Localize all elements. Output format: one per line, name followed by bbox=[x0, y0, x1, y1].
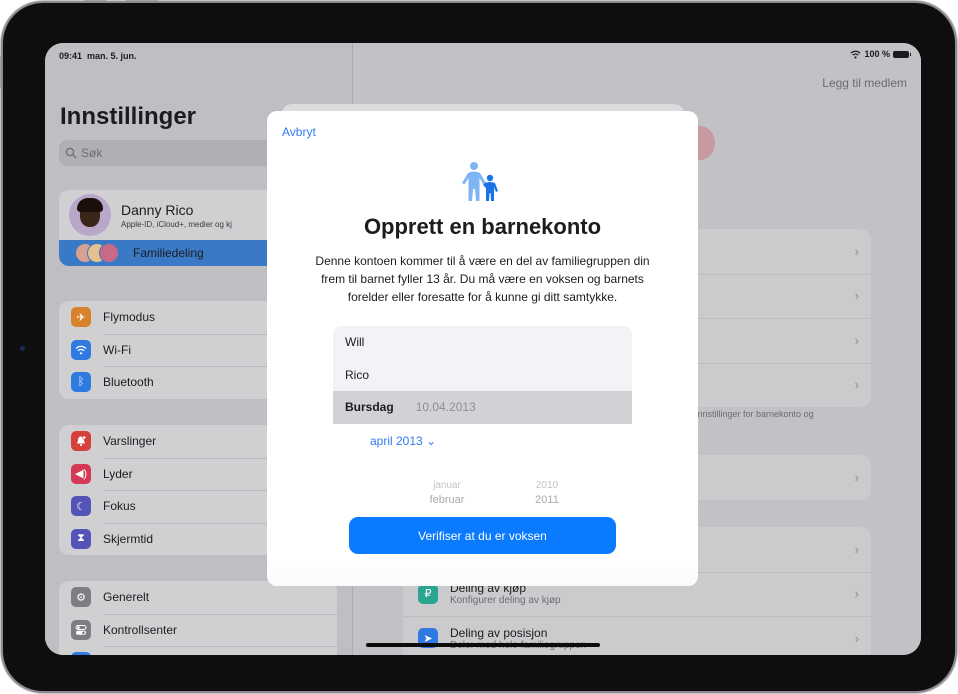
cancel-button[interactable]: Avbryt bbox=[282, 125, 316, 139]
sidebar-item-partial[interactable] bbox=[59, 646, 337, 655]
sheet-description: Denne kontoen kommer til å være en del a… bbox=[315, 254, 650, 304]
ipad-device: 09:41 man. 5. jun. Innstillinger Søk Dan… bbox=[0, 0, 955, 691]
sheet-title: Opprett en barnekonto bbox=[363, 214, 602, 239]
battery-percentage: 100 % bbox=[864, 49, 890, 59]
gear-icon: ⚙ bbox=[71, 587, 91, 608]
chevron-right-icon: › bbox=[854, 243, 859, 259]
birthday-value: 10.04.2013 bbox=[415, 400, 476, 415]
wifi-icon bbox=[71, 339, 91, 360]
top-button bbox=[125, 0, 159, 1]
location-sharing-row[interactable]: ➤ Deling av posisjon Deler med hele fami… bbox=[403, 616, 871, 655]
speaker-icon: ◀︎) bbox=[71, 463, 91, 484]
date-wheel-row[interactable]: januar 2010 bbox=[397, 480, 597, 491]
top-button bbox=[83, 0, 107, 1]
bluetooth-icon: ᛒ bbox=[71, 372, 91, 393]
birthday-label: Bursdag bbox=[345, 400, 394, 415]
avatar bbox=[69, 194, 111, 236]
status-indicators: 100 % bbox=[850, 49, 911, 59]
battery-icon bbox=[893, 50, 911, 58]
chevron-right-icon: › bbox=[854, 630, 859, 646]
sidebar-item-label: Familiedeling bbox=[133, 246, 204, 260]
moon-icon: ☾ bbox=[71, 496, 91, 517]
general-group: ⚙ Generelt Kontrollsenter bbox=[59, 581, 337, 655]
side-button bbox=[0, 55, 1, 89]
chevron-down-icon: ⌄ bbox=[426, 434, 437, 448]
search-placeholder: Søk bbox=[81, 146, 103, 160]
child-info-form: Will Rico Bursdag 10.04.2013 bbox=[333, 326, 632, 424]
birthday-field[interactable]: Bursdag 10.04.2013 bbox=[333, 391, 632, 424]
sidebar-item-kontrollsenter[interactable]: Kontrollsenter bbox=[59, 613, 337, 647]
screen: 09:41 man. 5. jun. Innstillinger Søk Dan… bbox=[45, 43, 921, 655]
chevron-right-icon: › bbox=[854, 377, 859, 393]
purchase-sharing-icon: ₽ bbox=[418, 583, 438, 604]
chevron-right-icon: › bbox=[854, 332, 859, 348]
profile-subtitle: Apple-ID, iCloud+, medier og kj bbox=[121, 219, 232, 229]
home-indicator[interactable] bbox=[366, 643, 600, 647]
group-footnote: er innstillinger for barnekonto og bbox=[685, 409, 814, 419]
last-name-field[interactable]: Rico bbox=[333, 359, 632, 392]
create-child-account-sheet: Avbryt Opprett en barnekonto Denne konto… bbox=[267, 111, 698, 586]
status-time: 09:41 man. 5. jun. bbox=[59, 51, 137, 61]
chevron-right-icon: › bbox=[854, 469, 859, 485]
wheel-year: 2010 bbox=[535, 480, 559, 491]
wheel-month: januar bbox=[433, 480, 461, 491]
family-avatars-icon bbox=[75, 243, 119, 263]
profile-name: Danny Rico bbox=[121, 201, 194, 218]
wifi-icon bbox=[850, 50, 861, 59]
display-icon bbox=[71, 652, 91, 655]
toggles-icon bbox=[71, 619, 91, 640]
chevron-right-icon: › bbox=[854, 541, 859, 557]
wheel-year: 2011 bbox=[535, 494, 559, 506]
airplane-icon: ✈ bbox=[71, 307, 91, 328]
search-icon bbox=[65, 147, 77, 159]
notifications-icon bbox=[71, 431, 91, 452]
first-name-field[interactable]: Will bbox=[333, 326, 632, 359]
chevron-right-icon: › bbox=[854, 288, 859, 304]
hourglass-icon: ⧗ bbox=[71, 528, 91, 549]
date-wheel-row[interactable]: februar 2011 bbox=[397, 494, 597, 506]
wheel-month: februar bbox=[429, 494, 465, 506]
front-camera bbox=[20, 346, 25, 351]
chevron-right-icon: › bbox=[854, 586, 859, 602]
parent-child-icon bbox=[462, 162, 498, 201]
page-title: Innstillinger bbox=[60, 103, 197, 130]
add-member-button[interactable]: Legg til medlem bbox=[822, 76, 907, 90]
sheet-footer bbox=[267, 561, 698, 586]
verify-adult-button[interactable]: Verifiser at du er voksen bbox=[349, 517, 616, 554]
month-year-picker[interactable]: april 2013 ⌄ bbox=[370, 434, 436, 448]
